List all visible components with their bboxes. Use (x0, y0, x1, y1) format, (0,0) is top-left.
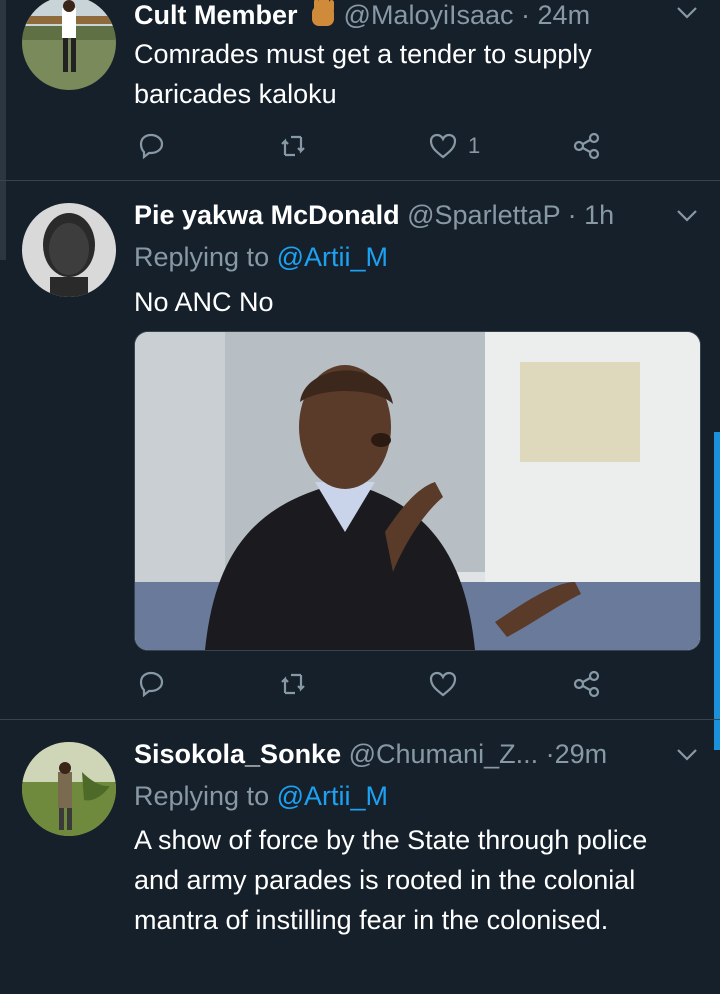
reply-icon (139, 671, 164, 698)
like-button[interactable]: 1 (428, 128, 480, 164)
tweet-text: No ANC No (134, 287, 274, 317)
display-name[interactable]: Cult Member (134, 0, 298, 30)
share-button[interactable] (572, 666, 602, 702)
like-icon (429, 671, 457, 697)
display-name[interactable]: Pie yakwa McDonald (134, 200, 400, 230)
retweet-icon (281, 135, 305, 157)
like-icon (429, 133, 457, 159)
separator-dot: · (567, 200, 577, 230)
mention-link[interactable]: @Artii_M (277, 242, 388, 272)
handle[interactable]: @MaloyiIsaac (344, 0, 514, 30)
retweet-button[interactable] (278, 666, 308, 702)
timestamp[interactable]: 24m (538, 0, 591, 30)
separator-dot: · (521, 0, 531, 30)
tweet-actions (134, 666, 614, 702)
tweet-sisokola-sonke[interactable]: Sisokola_Sonke @Chumani_Z... ·29m Replyi… (0, 720, 720, 994)
reply-button[interactable] (136, 128, 166, 164)
chevron-down-icon[interactable] (676, 209, 698, 223)
display-name[interactable]: Sisokola_Sonke (134, 739, 341, 769)
tweet-text: A show of force by the State through pol… (134, 825, 648, 935)
replying-label: Replying to (134, 242, 270, 272)
mention-link[interactable]: @Artii_M (277, 781, 388, 811)
chevron-down-icon[interactable] (676, 6, 698, 20)
handle[interactable]: @Chumani_Z... (349, 739, 538, 769)
avatar[interactable] (22, 742, 116, 836)
replying-to: Replying to @Artii_M (134, 778, 388, 814)
like-count: 1 (468, 133, 481, 158)
share-icon (573, 670, 600, 698)
like-button[interactable] (428, 666, 458, 702)
chevron-down-icon[interactable] (676, 748, 698, 762)
share-icon (573, 132, 600, 160)
replying-label: Replying to (134, 781, 270, 811)
reply-button[interactable] (136, 666, 166, 702)
avatar[interactable] (22, 0, 116, 90)
replying-to: Replying to @Artii_M (134, 239, 388, 275)
retweet-icon (281, 673, 305, 695)
tweet-photo[interactable] (134, 331, 701, 651)
raised-fist-emoji-icon (306, 0, 340, 30)
share-button[interactable] (572, 128, 602, 164)
handle[interactable]: @SparlettaP (407, 200, 560, 230)
separator-dot: · (545, 739, 555, 769)
tweet-cult-member[interactable]: Cult Member @MaloyiIsaac · 24m Comrades m… (0, 0, 720, 180)
tweet-text: Comrades must get a tender to supply bar… (134, 39, 592, 109)
timestamp[interactable]: 1h (584, 200, 614, 230)
retweet-button[interactable] (278, 128, 308, 164)
tweet-actions: 1 (134, 128, 614, 164)
tweet-header: Cult Member @MaloyiIsaac · 24m (134, 0, 700, 32)
timestamp[interactable]: 29m (555, 739, 608, 769)
avatar[interactable] (22, 203, 116, 297)
reply-icon (139, 133, 164, 160)
tweet-header: Pie yakwa McDonald @SparlettaP · 1h (134, 197, 700, 233)
tweet-header: Sisokola_Sonke @Chumani_Z... ·29m (134, 736, 700, 772)
